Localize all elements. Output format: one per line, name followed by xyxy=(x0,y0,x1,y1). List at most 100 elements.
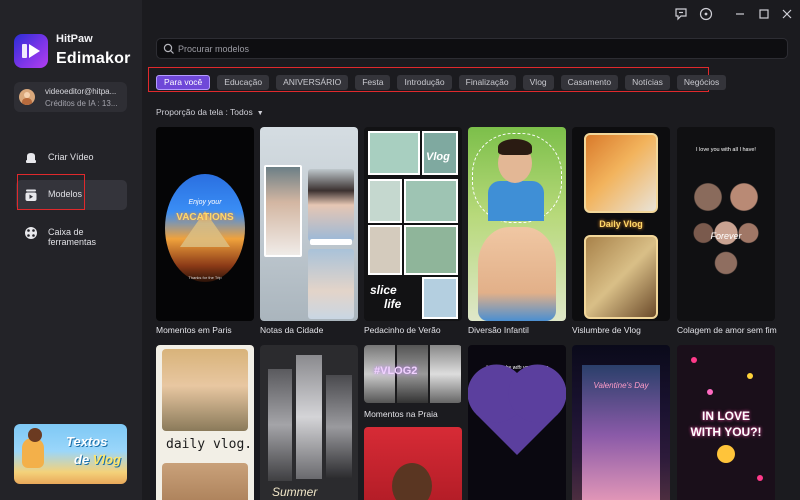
search-icon xyxy=(163,43,174,54)
template-card[interactable]: Valentine's Day xyxy=(572,345,670,500)
heart-icon xyxy=(691,357,697,363)
template-thumbnail xyxy=(681,167,771,287)
template-title: Vislumbre de Vlog xyxy=(572,325,641,335)
thumbnail-text: slice xyxy=(370,283,397,297)
template-thumbnail xyxy=(368,131,420,175)
thumbnail-text: #VLOG2 xyxy=(374,365,418,377)
thumbnail-text: Thanks for the Trip xyxy=(188,275,222,280)
template-title: Momentos na Praia xyxy=(364,409,438,419)
template-thumbnail xyxy=(404,225,458,275)
promo-illustration xyxy=(22,438,44,468)
sidebar-item-label: Criar Vídeo xyxy=(48,152,94,162)
template-thumbnail xyxy=(308,169,354,241)
promo-title-highlight: Vlog xyxy=(92,452,121,467)
template-thumbnail xyxy=(268,369,292,481)
template-title: Pedacinho de Verão xyxy=(364,325,441,335)
sidebar-item-label: Caixa de ferramentas xyxy=(48,227,97,247)
template-thumbnail xyxy=(430,345,461,403)
search-bar[interactable] xyxy=(156,38,788,59)
account-email: videoeditor@hitpa... xyxy=(45,87,117,96)
selection-highlight xyxy=(17,174,85,210)
tab-birthday[interactable]: ANIVERSÁRIO xyxy=(276,75,349,90)
promo-title-line2: de Vlog xyxy=(74,452,121,467)
heart-icon xyxy=(475,372,559,456)
avatar xyxy=(19,89,35,105)
template-thumbnail xyxy=(584,133,658,213)
template-card[interactable]: Summer xyxy=(260,345,358,500)
ai-credits: Créditos de IA : 13... xyxy=(45,99,118,108)
minimize-icon[interactable] xyxy=(733,7,747,21)
tab-news[interactable]: Notícias xyxy=(625,75,670,90)
thumbnail-text: IN LOVE xyxy=(701,409,750,423)
template-thumbnail xyxy=(404,179,458,223)
template-title: Notas da Cidade xyxy=(260,325,324,335)
tab-education[interactable]: Educação xyxy=(217,75,270,90)
thumbnail-text: Daily Vlog xyxy=(599,219,643,229)
template-card[interactable]: daily vlog. xyxy=(156,345,254,500)
thumbnail-text: I love you with all I have! xyxy=(696,147,756,153)
promo-title-line1: Textos xyxy=(66,434,108,449)
template-thumbnail xyxy=(326,375,352,479)
template-title: Colagem de amor sem fim xyxy=(677,325,777,335)
sidebar: HitPaw Edimakor videoeditor@hitpa... Cré… xyxy=(0,0,142,500)
template-card[interactable]: I wish to be with you forever xyxy=(468,345,566,500)
account-card[interactable]: videoeditor@hitpa... Créditos de IA : 13… xyxy=(14,82,127,112)
heart-icon xyxy=(707,389,713,395)
thumbnail-text: life xyxy=(384,297,402,311)
close-icon[interactable] xyxy=(780,7,794,21)
heart-icon xyxy=(747,373,753,379)
tab-party[interactable]: Festa xyxy=(355,75,391,90)
tab-outro[interactable]: Finalização xyxy=(458,75,516,90)
template-card[interactable]: Enjoy your VACATIONS Thanks for the Trip xyxy=(156,127,254,321)
template-thumbnail xyxy=(422,277,458,319)
thumbnail-text: Summer xyxy=(272,485,318,499)
thumbnail-text: Valentine's Day xyxy=(593,381,649,390)
feedback-icon[interactable] xyxy=(674,7,688,21)
help-icon[interactable] xyxy=(699,7,713,21)
category-tabs: Para você Educação ANIVERSÁRIO Festa Int… xyxy=(156,75,727,90)
tab-for-you[interactable]: Para você xyxy=(156,75,211,90)
emoji-icon xyxy=(717,445,735,463)
sidebar-item-create-video[interactable]: Criar Vídeo xyxy=(16,143,127,173)
template-card[interactable]: Daily Vlog xyxy=(572,127,670,321)
template-thumbnail xyxy=(392,463,432,500)
app-logo-icon xyxy=(14,34,48,68)
template-thumbnail xyxy=(488,181,544,221)
template-card[interactable] xyxy=(364,427,462,500)
template-card[interactable] xyxy=(468,127,566,321)
tab-wedding[interactable]: Casamento xyxy=(560,75,619,90)
template-card[interactable] xyxy=(260,127,358,321)
template-thumbnail xyxy=(368,225,402,275)
thumbnail-text: daily vlog. xyxy=(166,437,253,452)
template-card[interactable]: Vlog slice life xyxy=(364,127,462,321)
template-title: Momentos em Paris xyxy=(156,325,232,335)
thumbnail-text: Enjoy your xyxy=(188,199,222,206)
thumbnail-text: WITH YOU?! xyxy=(690,425,762,439)
brand-name: Edimakor xyxy=(56,50,131,67)
promo-title-prefix: de xyxy=(74,452,93,467)
sidebar-item-toolbox[interactable]: Caixa de ferramentas xyxy=(16,218,127,248)
template-thumbnail xyxy=(478,227,556,321)
template-thumbnail xyxy=(584,235,658,319)
search-input[interactable] xyxy=(178,41,778,56)
tab-vlog[interactable]: Vlog xyxy=(522,75,554,90)
tab-intro[interactable]: Introdução xyxy=(397,75,452,90)
thumbnail-text: Vlog xyxy=(426,151,450,163)
promo-banner[interactable]: Textos de Vlog xyxy=(14,424,127,484)
aspect-ratio-filter[interactable]: Proporção da tela : Todos ▼ xyxy=(156,107,264,117)
template-card[interactable]: IN LOVE WITH YOU?! xyxy=(677,345,775,500)
toolbox-icon xyxy=(24,226,38,240)
chevron-down-icon: ▼ xyxy=(256,110,264,117)
maximize-icon[interactable] xyxy=(757,7,771,21)
heart-icon xyxy=(757,475,763,481)
template-thumbnail xyxy=(296,355,322,479)
template-card[interactable]: I love you with all I have! Forever xyxy=(677,127,775,321)
tab-business[interactable]: Negócios xyxy=(676,75,727,90)
template-thumbnail xyxy=(498,139,532,155)
template-thumbnail xyxy=(162,349,248,431)
template-card[interactable]: #VLOG2 xyxy=(364,345,462,403)
aspect-ratio-label: Proporção da tela : Todos xyxy=(156,107,253,117)
template-thumbnail xyxy=(162,463,248,500)
template-title: Diversão Infantil xyxy=(468,325,529,335)
template-thumbnail xyxy=(264,165,302,257)
